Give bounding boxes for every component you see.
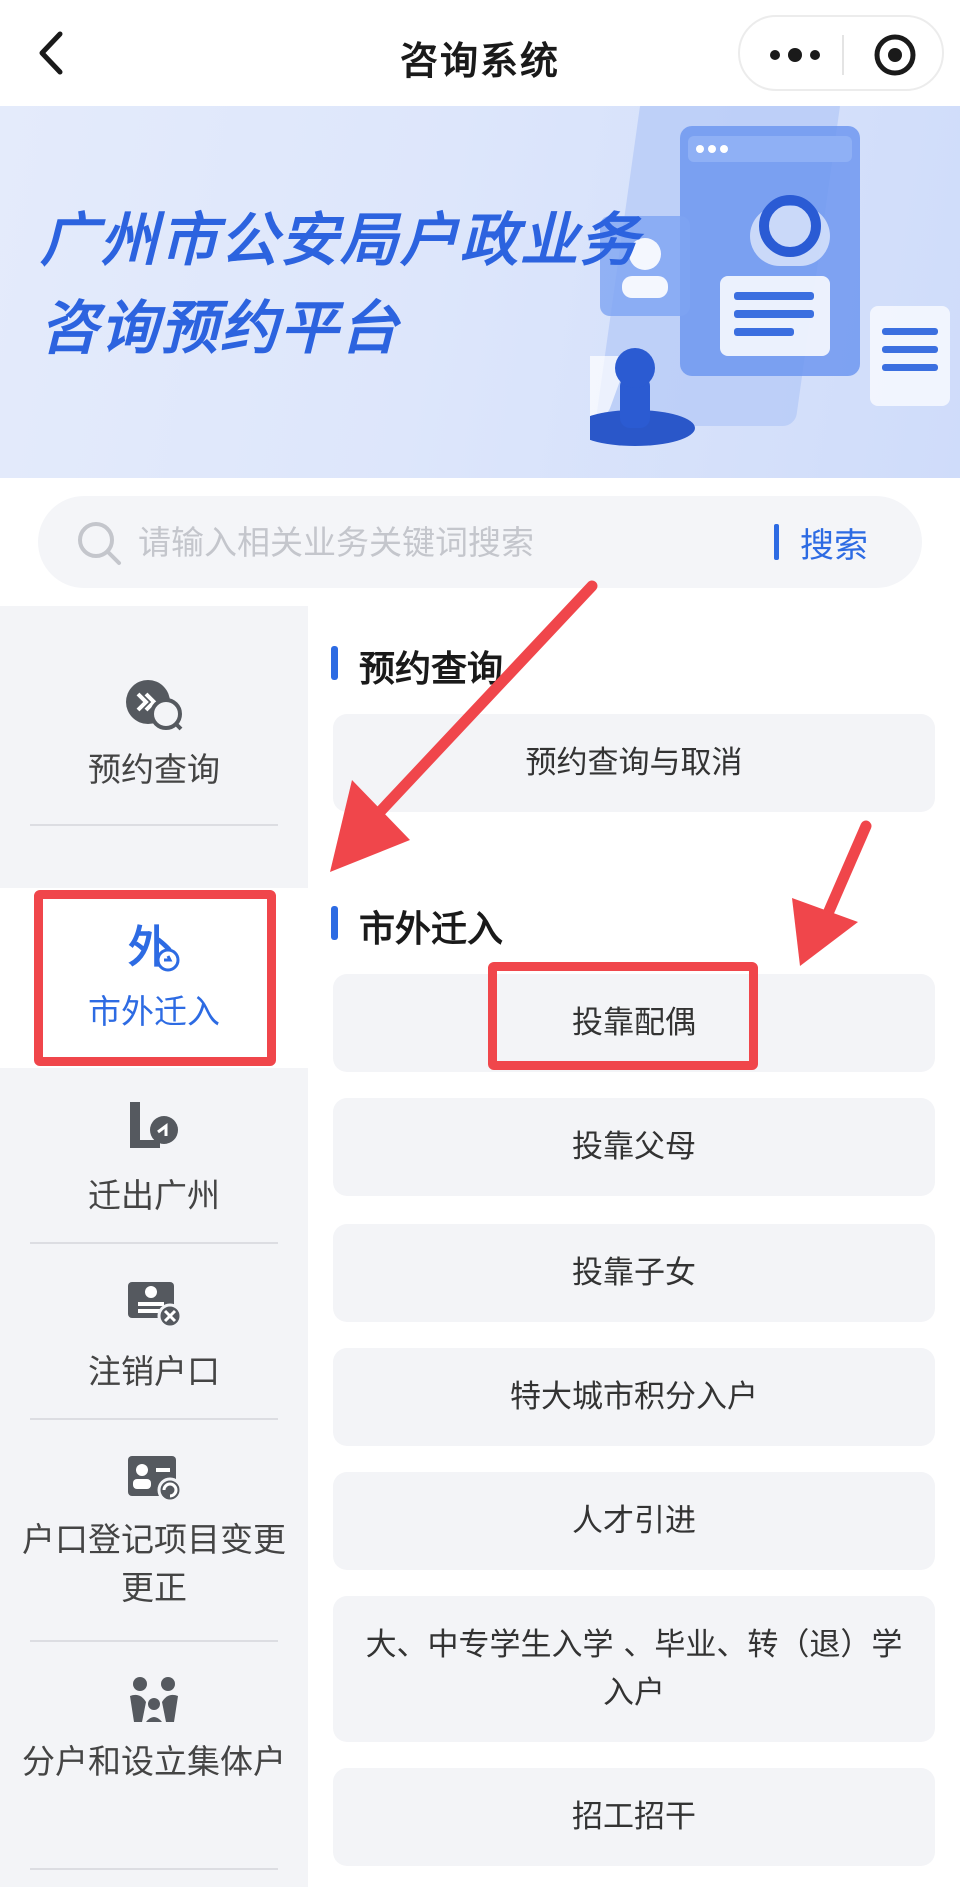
section-title-move-in: 市外迁入 [330,900,504,952]
search-input[interactable] [138,516,698,568]
navigation-bar: 咨询系统 [0,0,960,106]
sidebar-item-label: 迁出广州 [88,1176,220,1215]
option-recruitment-settlement[interactable]: 招工招干 [333,1768,935,1866]
search-separator [774,524,779,560]
more-button[interactable] [758,27,828,83]
capsule-divider [842,35,844,75]
section-title-text: 预约查询 [359,649,504,690]
annotation-arrow-icon [792,820,872,966]
hero-banner: 广州市公安局户政业务 咨询预约平台 [0,106,960,478]
more-dots-icon [770,48,820,62]
search-icon [78,522,121,565]
app-page: 咨询系统 广州市公安局户政业务 咨询预约平台 请输入相关业务关键词搜索 搜索 预… [0,0,960,1887]
sidebar-item-move-out[interactable]: 迁出广州 [0,1068,308,1244]
section-title-text: 市外迁入 [359,909,504,950]
banner-illustration [590,106,950,446]
sidebar-item-household-split[interactable]: 分户和设立集体户 [0,1642,308,1872]
id-card-change-icon [128,1456,183,1503]
calendar-search-icon [126,680,183,731]
sidebar-item-cancel-registration[interactable]: 注销户口 [0,1244,308,1420]
cancel-registration-icon [128,1282,183,1329]
move-out-icon [130,1102,178,1148]
banner-title-line2: 咨询预约平台 [40,294,401,362]
close-mini-program-button[interactable] [860,27,930,83]
option-join-children[interactable]: 投靠子女 [333,1224,935,1322]
option-student-settlement[interactable]: 大、中专学生入学 、毕业、转（退）学入户 [333,1596,935,1742]
category-sidebar: 预约查询 外 市外迁入 迁出广州 注销户口 户口登记项目变更更正 分户和设立集体… [0,606,308,1887]
family-icon [130,1677,178,1722]
banner-title-line1: 广州市公安局户政业务 [40,206,641,274]
sidebar-divider [30,824,278,826]
sidebar-item-label: 预约查询 [88,750,220,789]
sidebar-divider [30,1868,278,1870]
annotation-highlight-option [488,962,758,1070]
sidebar-item-appointment-query[interactable]: 预约查询 [0,606,308,888]
sidebar-item-label: 分户和设立集体户 [22,1742,286,1781]
banner-title: 广州市公安局户政业务 咨询预约平台 [40,196,640,372]
sidebar-item-label: 户口登记项目变更更正 [22,1520,286,1607]
annotation-highlight-sidebar [34,890,276,1066]
section-title-appointment: 预约查询 [330,640,504,692]
target-icon [874,34,916,76]
option-points-settlement[interactable]: 特大城市积分入户 [333,1348,935,1446]
sidebar-item-label: 注销户口 [88,1352,220,1391]
option-join-parents[interactable]: 投靠父母 [333,1098,935,1196]
search-button[interactable]: 搜索 [800,518,868,567]
mini-program-capsule [738,15,944,91]
option-talent-introduction[interactable]: 人才引进 [333,1472,935,1570]
sidebar-item-registration-change[interactable]: 户口登记项目变更更正 [0,1420,308,1644]
search-bar[interactable]: 搜索 [38,496,922,588]
option-appointment-query-cancel[interactable]: 预约查询与取消 [333,714,935,812]
